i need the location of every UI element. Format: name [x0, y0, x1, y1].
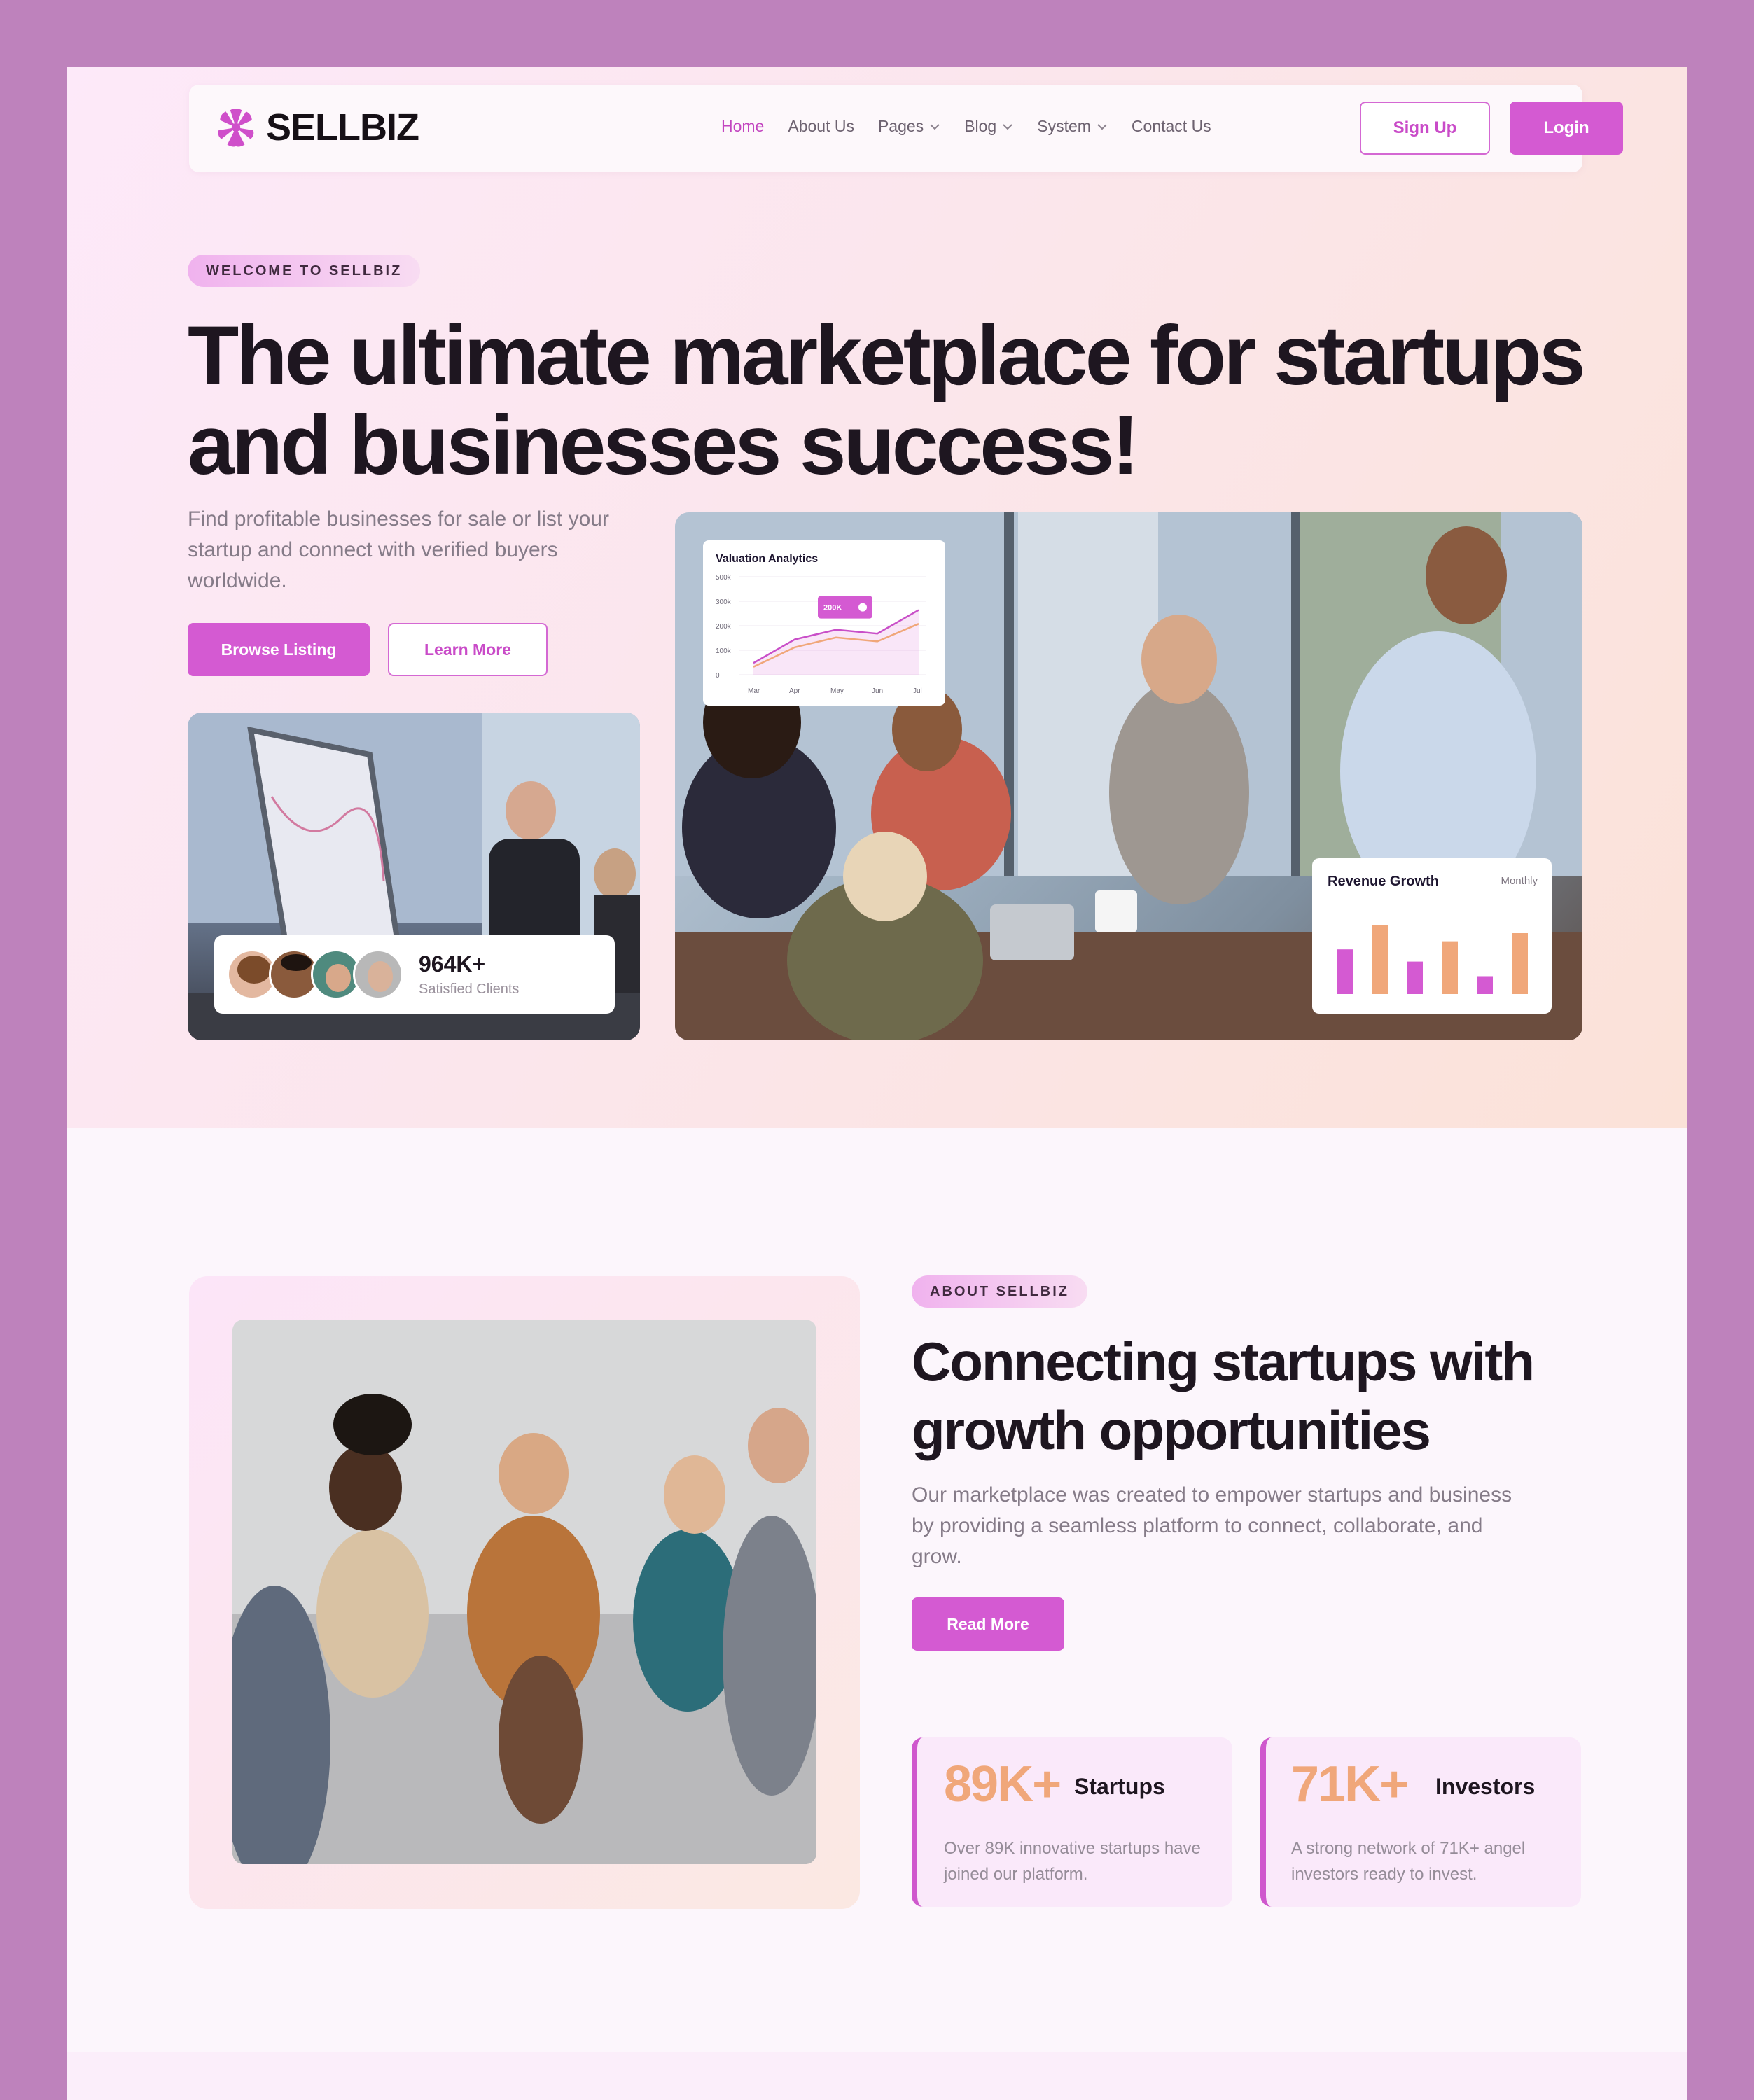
valuation-title: Valuation Analytics	[716, 553, 819, 565]
tooltip-dot-icon	[858, 603, 867, 612]
series-area	[753, 610, 919, 675]
sign-up-button[interactable]: Sign Up	[1360, 102, 1490, 155]
x-tick-label: Mar	[748, 687, 760, 695]
y-tick-label: 300k	[716, 598, 732, 606]
tooltip-value: 200K	[823, 604, 842, 612]
hero-section: SELLBIZ Home About Us Pages Blog System …	[67, 67, 1687, 1128]
stat-number: 89K+	[944, 1756, 1062, 1812]
revenue-bar-chart	[1337, 925, 1528, 994]
nav-label: Pages	[877, 117, 924, 135]
stat-label: Startups	[1074, 1774, 1165, 1799]
y-tick-label: 0	[716, 672, 720, 680]
revenue-bar	[1337, 949, 1353, 994]
logo-icon	[218, 108, 254, 147]
stat-number: 71K+	[1291, 1756, 1409, 1812]
avatar	[353, 949, 403, 1000]
hero-title-line1: The ultimate marketplace for startups	[188, 309, 1586, 402]
browse-listing-button[interactable]: Browse Listing	[188, 623, 370, 676]
nav-label: System	[1037, 117, 1091, 135]
hero-title: The ultimate marketplace for startups an…	[188, 311, 1588, 490]
nav-label: Blog	[964, 117, 997, 135]
x-tick-label: Jun	[872, 687, 883, 695]
revenue-bar	[1442, 941, 1458, 994]
revenue-bar	[1512, 933, 1528, 994]
handshake-meeting-photo: Valuation Analytics 500k 300k 200k 100k 0 Mar…	[675, 512, 1582, 1040]
valuation-analytics-card: Valuation Analytics 500k 300k 200k 100k 0 Mar…	[703, 540, 945, 706]
revenue-bar	[1477, 976, 1493, 994]
nav-item-contact-us[interactable]: Contact Us	[1132, 117, 1211, 136]
clients-stat: 964K+ Satisfied Clients	[419, 951, 519, 997]
x-tick-label: Apr	[789, 687, 800, 695]
nav-item-system[interactable]: System	[1037, 117, 1108, 136]
hero-title-line2: and businesses success!	[188, 398, 1139, 492]
clients-count: 964K+	[419, 951, 486, 976]
revenue-bar	[1372, 925, 1388, 994]
team-scene	[232, 1320, 816, 1864]
team-meeting-photo	[232, 1320, 816, 1864]
about-title: Connecting startups with growth opportun…	[912, 1327, 1584, 1464]
satisfied-clients-card: 964K+ Satisfied Clients	[214, 935, 615, 1014]
about-badge: ABOUT SELLBIZ	[912, 1275, 1087, 1308]
nav-label: Home	[721, 117, 765, 135]
startups-stat-card: 89K+ Startups Over 89K innovative startu…	[912, 1737, 1232, 1907]
stat-description: Over 89K innovative startups have joined…	[944, 1839, 1201, 1884]
nav-label: Contact Us	[1131, 117, 1211, 135]
login-button[interactable]: Login	[1510, 102, 1623, 155]
hero-description: Find profitable businesses for sale or l…	[188, 507, 609, 592]
nav-item-about-us[interactable]: About Us	[788, 117, 854, 136]
revenue-period: Monthly	[1501, 875, 1538, 887]
read-more-button[interactable]: Read More	[912, 1597, 1064, 1651]
clients-label: Satisfied Clients	[419, 981, 520, 997]
stat-label: Investors	[1435, 1774, 1536, 1799]
chevron-down-icon	[1097, 123, 1107, 130]
about-image-frame	[189, 1276, 860, 1909]
valuation-line-chart: 500k 300k 200k 100k 0 Mar Apr May Jun Jul 200K	[716, 574, 926, 695]
x-tick-label: May	[830, 687, 844, 695]
chevron-down-icon	[1003, 123, 1012, 130]
about-title-line2: growth opportunities	[912, 1399, 1431, 1461]
top-navbar: SELLBIZ Home About Us Pages Blog System …	[189, 85, 1623, 172]
y-tick-label: 100k	[716, 648, 732, 655]
about-title-line1: Connecting startups with	[912, 1331, 1535, 1392]
page-canvas: SELLBIZ Home About Us Pages Blog System …	[67, 67, 1687, 2100]
revenue-growth-card: Revenue Growth Monthly	[1312, 858, 1552, 1014]
nav-item-home[interactable]: Home	[721, 117, 764, 136]
nav-item-blog[interactable]: Blog	[964, 117, 1013, 136]
main-menu: Home About Us Pages Blog System Contact …	[721, 117, 1211, 136]
welcome-badge: WELCOME TO SELLBIZ	[188, 255, 421, 287]
revenue-bar	[1407, 961, 1423, 994]
chevron-down-icon	[930, 123, 940, 130]
y-tick-label: 500k	[716, 574, 732, 582]
stat-description: A strong network of 71K+ angel investors…	[1291, 1839, 1526, 1884]
brand-logo[interactable]: SELLBIZ	[214, 106, 419, 149]
presentation-photo: 964K+ Satisfied Clients	[188, 713, 640, 1040]
nav-item-pages[interactable]: Pages	[878, 117, 940, 136]
next-section-edge	[67, 2052, 1687, 2100]
avatar-group	[227, 949, 403, 1000]
about-description: Our marketplace was created to empower s…	[912, 1483, 1512, 1568]
investors-stat-card: 71K+ Investors A strong network of 71K+ …	[1260, 1737, 1581, 1907]
x-tick-label: Jul	[913, 687, 922, 695]
learn-more-button[interactable]: Learn More	[388, 623, 548, 676]
brand-name: SELLBIZ	[266, 106, 419, 148]
y-tick-label: 200k	[716, 623, 732, 631]
nav-label: About Us	[788, 117, 854, 135]
